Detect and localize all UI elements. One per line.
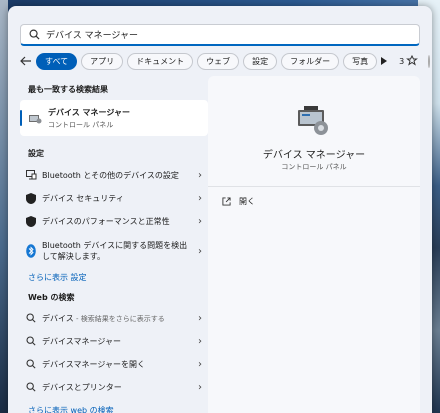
bluetooth-devices-icon (20, 170, 42, 180)
filter-all[interactable]: すべて (36, 52, 78, 70)
web-item[interactable]: デバイス - 検索結果をさらに表示する › (20, 307, 208, 329)
search-icon (20, 382, 42, 392)
chevron-right-icon: › (198, 381, 202, 393)
settings-item-label: Bluetooth とその他のデバイスの設定 (42, 170, 179, 180)
shield-icon (20, 215, 42, 227)
rewards-icon[interactable] (406, 55, 419, 67)
bluetooth-icon (20, 244, 42, 258)
selection-indicator (20, 110, 22, 126)
best-match-title: デバイス マネージャー (48, 107, 130, 117)
device-manager-icon (29, 115, 42, 124)
detail-title: デバイス マネージャー (262, 150, 366, 161)
settings-item-performance[interactable]: デバイスのパフォーマンスと正常性 › (20, 210, 208, 232)
settings-item-label: Bluetooth デバイスに関する問題を検出して解決します。 (42, 241, 188, 261)
rewards-count: 3 (399, 56, 405, 66)
search-input[interactable] (46, 29, 406, 40)
settings-item-label: デバイスのパフォーマンスと正常性 (42, 216, 170, 226)
device-manager-icon (298, 106, 328, 135)
more-web-link[interactable]: さらに表示 web の検索 (28, 405, 114, 413)
web-item-suffix: - 検索結果をさらに表示する (73, 314, 165, 323)
detail-subtitle: コントロール パネル (281, 163, 347, 171)
search-panel: すべて アプリ ドキュメント ウェブ 設定 フォルダー 写真 3 ••• 最も一… (8, 6, 432, 413)
web-item[interactable]: デバイスマネージャーを開く › (20, 353, 208, 375)
search-box[interactable] (20, 24, 420, 46)
filter-folders[interactable]: フォルダー (281, 52, 340, 70)
back-arrow-icon[interactable] (20, 52, 32, 70)
detail-pane: デバイス マネージャー コントロール パネル 開く (208, 76, 420, 413)
chevron-right-icon: › (198, 245, 202, 257)
best-match-heading: 最も一致する検索結果 (28, 85, 108, 94)
filter-bar: すべて アプリ ドキュメント ウェブ 設定 フォルダー 写真 3 ••• (20, 52, 431, 70)
search-icon (20, 359, 42, 369)
chevron-right-icon: › (198, 169, 202, 181)
web-item-label: デバイス (42, 313, 74, 323)
open-external-icon (222, 197, 231, 206)
chevron-right-icon: › (198, 312, 202, 324)
open-action[interactable]: 開く (222, 196, 255, 207)
best-match-item[interactable]: デバイス マネージャー コントロール パネル (20, 100, 208, 136)
filter-settings[interactable]: 設定 (243, 52, 278, 70)
desktop-background-left (0, 0, 8, 413)
more-settings-link[interactable]: さらに表示 設定 (28, 272, 87, 283)
chevron-right-icon: › (198, 335, 202, 347)
web-heading: Web の検索 (28, 293, 75, 302)
chevron-right-icon: › (198, 215, 202, 227)
web-item[interactable]: デバイスとプリンター › (20, 376, 208, 398)
chevron-right-icon: › (198, 192, 202, 204)
filter-photos[interactable]: 写真 (343, 52, 378, 70)
settings-item-label: デバイス セキュリティ (42, 193, 124, 203)
filter-apps[interactable]: アプリ (81, 52, 124, 70)
search-icon (29, 29, 40, 40)
best-match-subtitle: コントロール パネル (48, 120, 114, 129)
web-item-label: デバイスとプリンター (42, 382, 122, 392)
settings-item-device-security[interactable]: デバイス セキュリティ › (20, 187, 208, 209)
settings-heading: 設定 (28, 149, 44, 158)
search-icon (20, 336, 42, 346)
filter-web[interactable]: ウェブ (197, 52, 240, 70)
play-arrow-icon[interactable] (381, 53, 388, 70)
web-item-label: デバイスマネージャーを開く (42, 359, 145, 369)
search-icon (20, 313, 42, 323)
web-item[interactable]: デバイスマネージャー › (20, 330, 208, 352)
filter-documents[interactable]: ドキュメント (127, 52, 194, 70)
shield-icon (20, 192, 42, 204)
web-item-label: デバイスマネージャー (42, 336, 121, 346)
avatar[interactable] (428, 54, 431, 68)
settings-item-bluetooth[interactable]: Bluetooth とその他のデバイスの設定 › (20, 164, 208, 186)
chevron-right-icon: › (198, 358, 202, 370)
open-action-label: 開く (239, 197, 255, 206)
settings-item-bluetooth-troubleshoot[interactable]: Bluetooth デバイスに関する問題を検出して解決します。 › (20, 236, 208, 266)
divider (208, 186, 420, 187)
